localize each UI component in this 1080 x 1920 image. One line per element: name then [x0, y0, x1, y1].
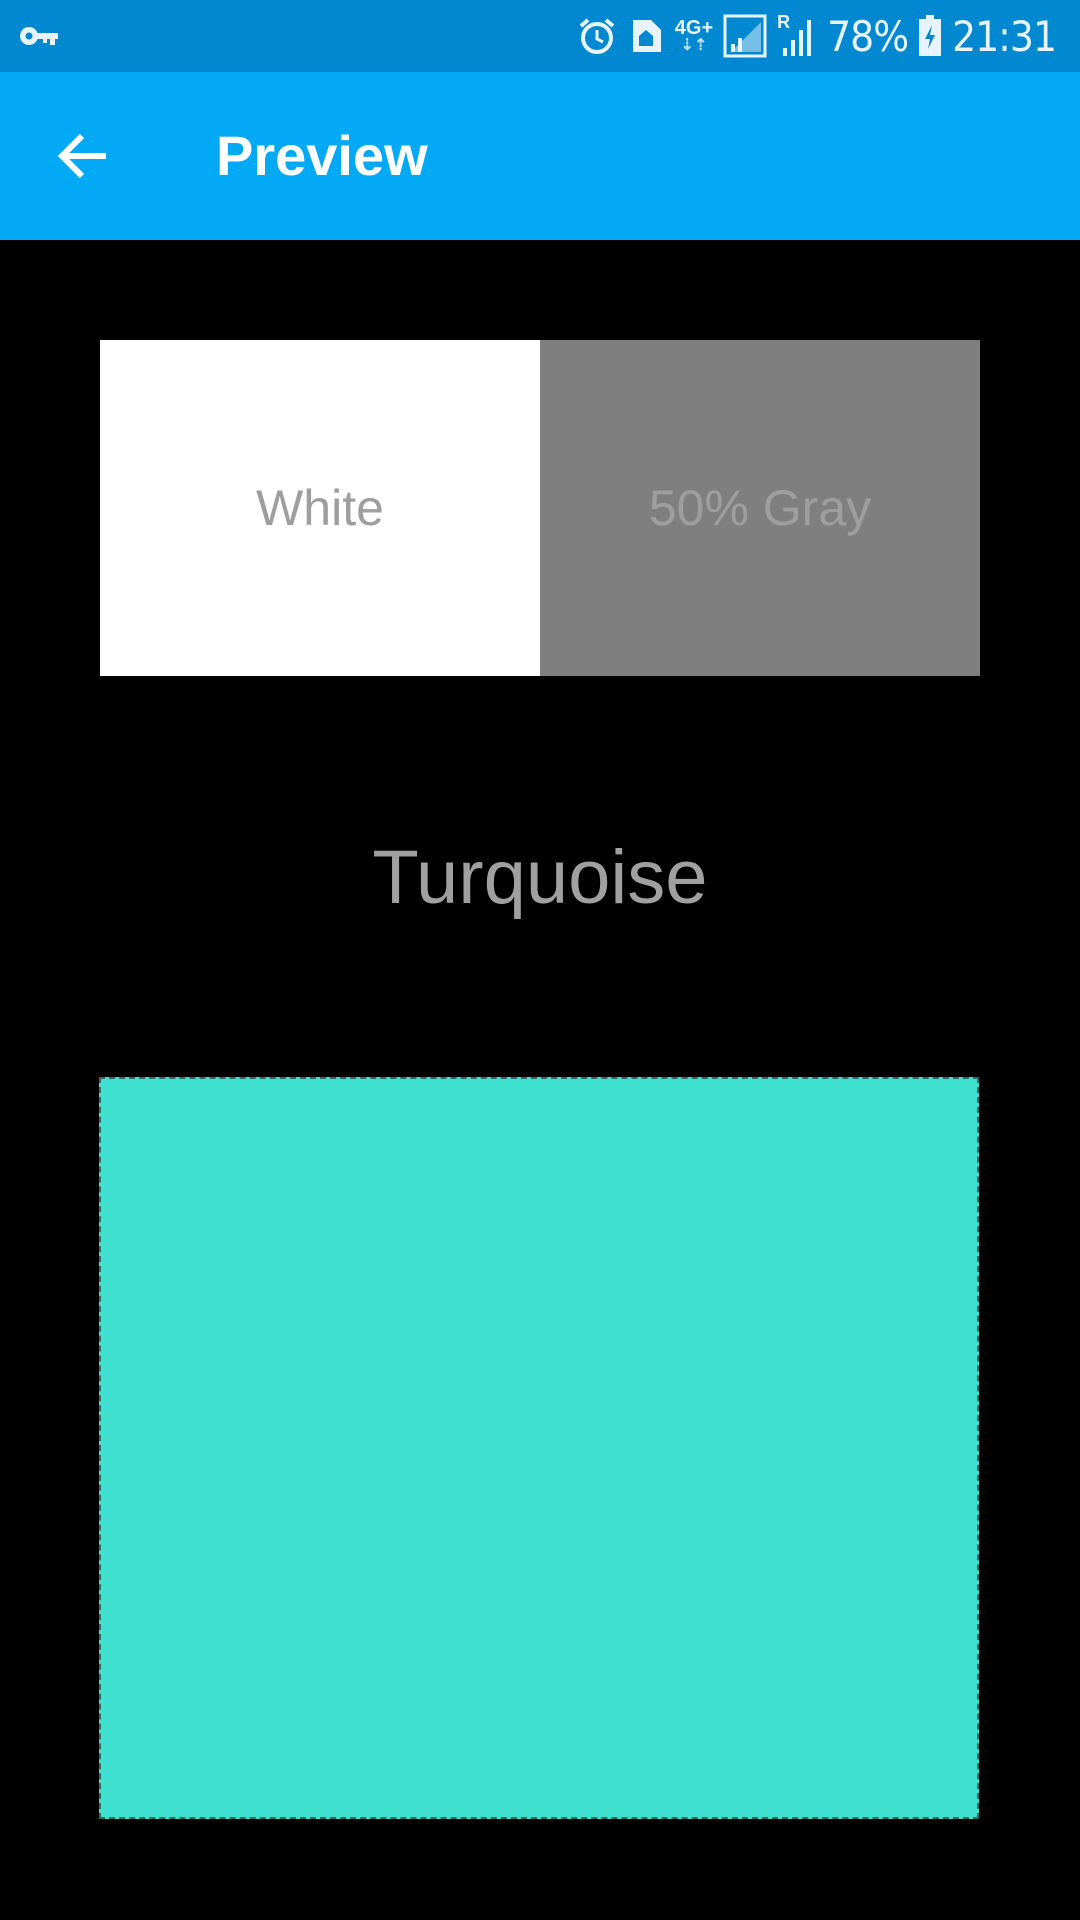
- network-4g-plus-icon: 4G+ ⇣⇡: [675, 18, 713, 54]
- page-title: Preview: [216, 124, 428, 187]
- preview-screen: 4G+ ⇣⇡ R 78% 21:31 Preview White 50% Gra…: [0, 0, 1080, 1920]
- arrow-back-icon: [57, 133, 106, 179]
- battery-percent: 78%: [827, 11, 909, 61]
- vpn-key-icon: [20, 27, 58, 45]
- network-type-text: 4G+: [674, 17, 714, 39]
- color-preview-block: [99, 1077, 979, 1819]
- white-swatch-label: White: [256, 480, 384, 536]
- battery-charging-icon: [919, 15, 942, 56]
- color-name: Turquoise: [372, 835, 708, 920]
- status-icons: 4G+ ⇣⇡ R 78% 21:31: [577, 0, 1057, 72]
- gray-swatch-label: 50% Gray: [648, 480, 872, 536]
- roaming-signal-icon: R: [777, 12, 817, 58]
- alarm-icon: [579, 18, 615, 54]
- contrast-swatches: White 50% Gray: [100, 340, 980, 676]
- data-arrows-icon: ⇣⇡: [680, 37, 708, 54]
- home-notification-icon: [632, 20, 661, 52]
- white-swatch: White: [100, 340, 540, 676]
- gray-swatch: 50% Gray: [540, 340, 980, 676]
- signal-icon: [723, 14, 767, 58]
- status-bar: 4G+ ⇣⇡ R 78% 21:31: [0, 0, 1080, 72]
- app-bar: Preview: [0, 72, 1080, 240]
- back-button[interactable]: [40, 112, 128, 200]
- clock: 21:31: [952, 11, 1057, 61]
